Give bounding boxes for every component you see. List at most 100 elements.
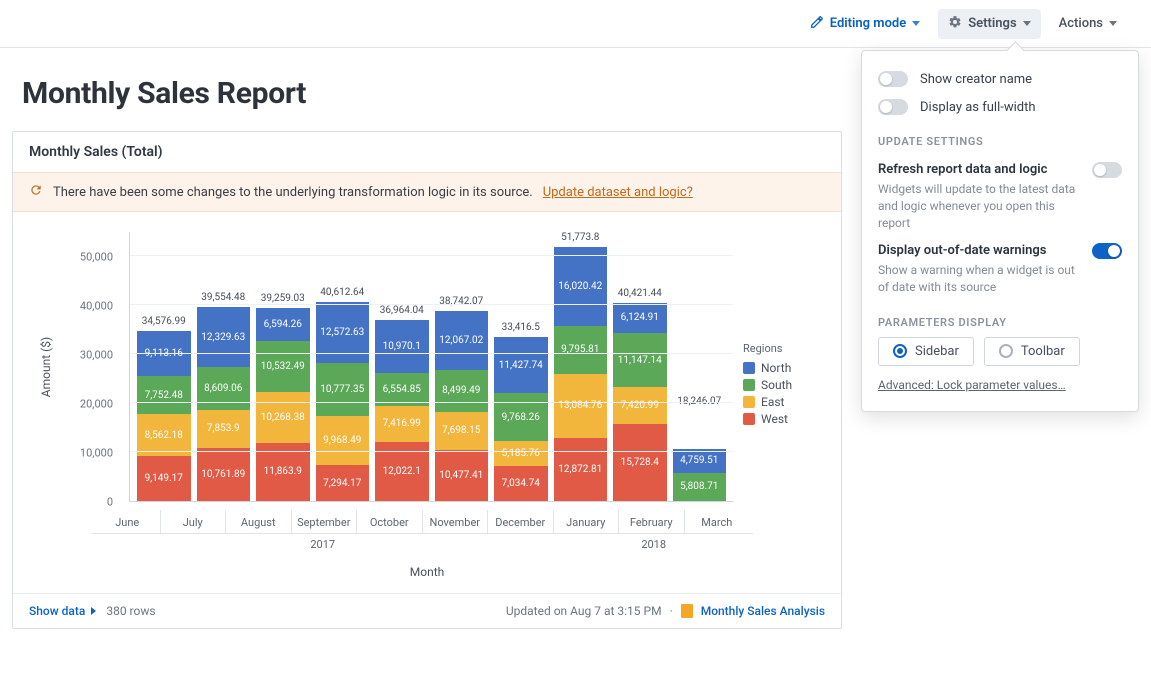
bar-total-label: 33,416.5 bbox=[502, 322, 540, 333]
bar-february: 15,728.47,420.9911,147.146,124.9140,421.… bbox=[610, 232, 670, 501]
bar-segment: 7,698.15 bbox=[435, 412, 489, 450]
bar-total-label: 40,421.44 bbox=[618, 288, 662, 299]
show-creator-toggle[interactable] bbox=[878, 71, 908, 87]
bar-segment: 6,594.26 bbox=[256, 308, 310, 340]
bar-segment: 10,268.38 bbox=[256, 392, 310, 442]
bar-segment: 5,185.76 bbox=[494, 441, 548, 466]
bar-segment: 9,149.17 bbox=[137, 456, 191, 501]
show-creator-label: Show creator name bbox=[920, 72, 1032, 87]
bar-segment: 12,329.63 bbox=[197, 307, 251, 368]
y-axis-label: Amount ($) bbox=[39, 337, 53, 397]
bar-segment: 10,477.41 bbox=[435, 450, 489, 501]
chevron-down-icon bbox=[1109, 21, 1117, 26]
legend-swatch bbox=[743, 396, 755, 408]
bar-segment: 9,768.26 bbox=[494, 393, 548, 441]
show-data-button[interactable]: Show data bbox=[29, 604, 96, 618]
params-sidebar-option[interactable]: Sidebar bbox=[878, 337, 974, 366]
settings-label: Settings bbox=[968, 16, 1016, 31]
edit-icon bbox=[810, 15, 824, 33]
legend-item[interactable]: West bbox=[743, 412, 823, 426]
bar-segment: 7,294.17 bbox=[316, 465, 370, 501]
gear-icon bbox=[948, 15, 962, 33]
params-toolbar-option[interactable]: Toolbar bbox=[984, 337, 1080, 366]
y-tick: 30,000 bbox=[80, 348, 113, 361]
x-tick: July bbox=[160, 510, 226, 533]
ood-title: Display out-of-date warnings bbox=[878, 243, 1082, 258]
toolbar-option-label: Toolbar bbox=[1021, 344, 1065, 359]
chevron-right-icon bbox=[91, 607, 96, 615]
bar-segment: 5,808.71 bbox=[673, 473, 727, 502]
bar-segment: 11,147.14 bbox=[613, 333, 667, 388]
bar-segment: 8,499.49 bbox=[435, 370, 489, 412]
ood-toggle[interactable] bbox=[1092, 243, 1122, 259]
settings-dropdown[interactable]: Settings bbox=[938, 9, 1040, 39]
legend-label: North bbox=[761, 361, 791, 375]
bar-total-label: 38,742.07 bbox=[439, 296, 483, 307]
card-title: Monthly Sales (Total) bbox=[13, 132, 841, 172]
radio-icon bbox=[893, 344, 907, 358]
x-tick: August bbox=[225, 510, 291, 533]
bar-january: 12,872.8113,084.769,795.8116,020.4251,77… bbox=[551, 232, 611, 501]
editing-mode-label: Editing mode bbox=[830, 16, 907, 31]
y-axis: 010,00020,00030,00040,00050,000 bbox=[71, 232, 119, 502]
bar-segment: 4,759.51 bbox=[673, 449, 727, 472]
bar-march: 5,808.714,759.5118,246.07 bbox=[670, 232, 730, 501]
legend-item[interactable]: East bbox=[743, 395, 823, 409]
y-tick: 0 bbox=[107, 496, 113, 509]
bar-segment: 15,728.4 bbox=[613, 424, 667, 501]
bar-october: 12,022.17,416.996,554.8510,970.136,964.0… bbox=[372, 232, 432, 501]
radio-icon bbox=[999, 344, 1013, 358]
bar-segment: 7,416.99 bbox=[375, 406, 429, 442]
bar-august: 11,863.910,268.3810,532.496,594.2639,259… bbox=[253, 232, 313, 501]
analysis-link[interactable]: Monthly Sales Analysis bbox=[701, 604, 825, 618]
sidebar-option-label: Sidebar bbox=[915, 344, 959, 359]
top-toolbar: Editing mode Settings Actions bbox=[0, 0, 1151, 48]
legend-swatch bbox=[743, 362, 755, 374]
chart-card: Monthly Sales (Total) There have been so… bbox=[12, 131, 842, 629]
updated-timestamp: Updated on Aug 7 at 3:15 PM bbox=[506, 604, 662, 618]
bar-segment: 9,795.81 bbox=[554, 326, 608, 374]
bar-segment: 11,427.74 bbox=[494, 337, 548, 393]
bar-segment: 8,609.06 bbox=[197, 367, 251, 409]
legend-item[interactable]: North bbox=[743, 361, 823, 375]
chevron-down-icon bbox=[912, 21, 920, 26]
bar-segment: 12,872.81 bbox=[554, 438, 608, 501]
legend-label: West bbox=[761, 412, 788, 426]
legend-swatch bbox=[743, 413, 755, 425]
legend-label: East bbox=[761, 395, 784, 409]
actions-label: Actions bbox=[1059, 16, 1103, 31]
bar-june: 9,149.178,562.187,752.489,113.1634,576.9… bbox=[134, 232, 194, 501]
y-tick: 50,000 bbox=[80, 250, 113, 263]
legend-swatch bbox=[743, 379, 755, 391]
x-tick: January bbox=[553, 510, 619, 533]
actions-dropdown[interactable]: Actions bbox=[1049, 10, 1127, 37]
editing-mode-dropdown[interactable]: Editing mode bbox=[800, 9, 931, 39]
refresh-toggle[interactable] bbox=[1092, 162, 1122, 178]
refresh-title: Refresh report data and logic bbox=[878, 162, 1082, 177]
bar-segment: 7,034.74 bbox=[494, 466, 548, 501]
card-footer: Show data 380 rows Updated on Aug 7 at 3… bbox=[13, 593, 841, 628]
advanced-lock-link[interactable]: Advanced: Lock parameter values… bbox=[878, 378, 1066, 392]
x-tick: February bbox=[618, 510, 684, 533]
x-axis-label: Month bbox=[13, 555, 841, 593]
document-icon bbox=[681, 604, 693, 618]
legend-label: South bbox=[761, 378, 792, 392]
bar-segment: 13,084.76 bbox=[554, 374, 608, 438]
chevron-down-icon bbox=[1023, 21, 1031, 26]
year-axis: 20172018 bbox=[91, 533, 753, 555]
x-tick: September bbox=[291, 510, 357, 533]
out-of-date-notice: There have been some changes to the unde… bbox=[13, 172, 841, 212]
show-data-label: Show data bbox=[29, 604, 85, 618]
params-display-header: PARAMETERS DISPLAY bbox=[878, 316, 1122, 329]
bar-segment: 9,968.49 bbox=[316, 416, 370, 465]
bar-segment: 7,752.48 bbox=[137, 376, 191, 414]
full-width-toggle[interactable] bbox=[878, 99, 908, 115]
x-tick: October bbox=[356, 510, 422, 533]
y-tick: 10,000 bbox=[80, 446, 113, 459]
bar-july: 10,761.897,853.98,609.0612,329.6339,554.… bbox=[194, 232, 254, 501]
row-count: 380 rows bbox=[106, 604, 155, 618]
y-tick: 40,000 bbox=[80, 299, 113, 312]
update-dataset-link[interactable]: Update dataset and logic? bbox=[543, 185, 693, 200]
bar-segment: 10,777.35 bbox=[316, 363, 370, 416]
legend-item[interactable]: South bbox=[743, 378, 823, 392]
